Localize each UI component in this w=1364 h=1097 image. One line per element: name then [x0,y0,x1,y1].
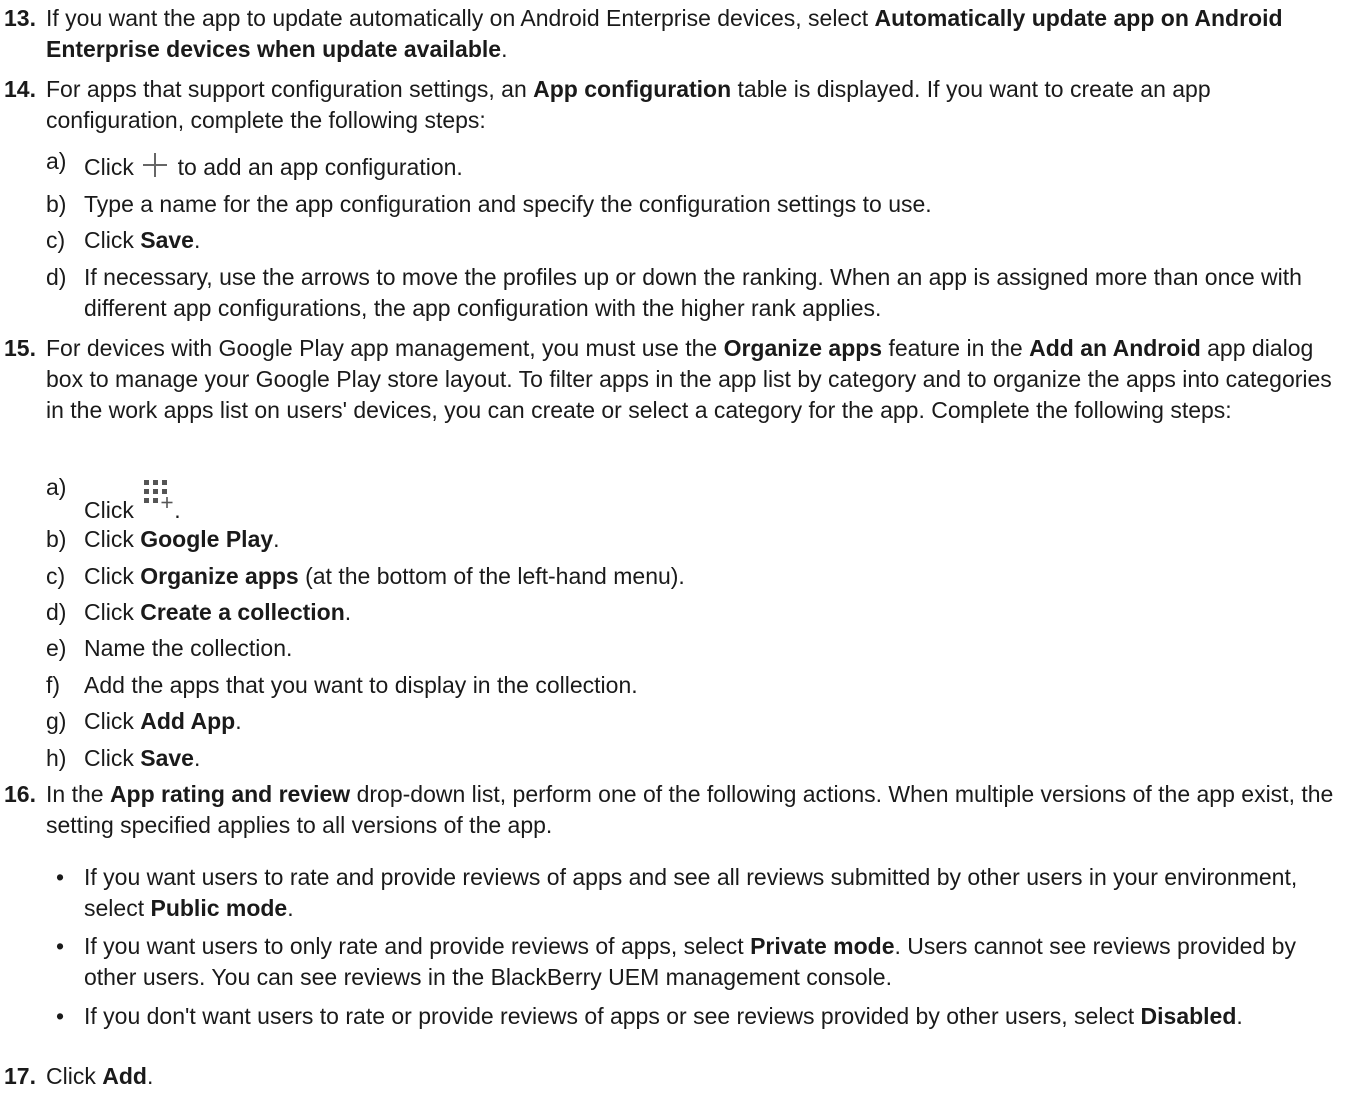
bullet-public-mode: • If you want users to rate and provide … [56,864,1298,921]
substep-15c: c) Click Organize apps (at the bottom of… [46,563,685,589]
substep-15a: a) Click . [46,474,181,523]
substep-15b: b) Click Google Play. [46,526,280,552]
step-16: 16. In the App rating and review drop-do… [4,781,1334,838]
step-number: 17. [4,1063,36,1089]
step-14: 14. For apps that support configuration … [4,76,1211,133]
step-17: 17. Click Add. [0,1061,1364,1092]
step-number: 15. [4,335,36,361]
bullet-disabled: • If you don't want users to rate or pro… [56,1003,1243,1029]
substep-14d: d) If necessary, use the arrows to move … [46,264,1302,321]
step-number: 13. [4,5,36,31]
substep-15g: g) Click Add App. [46,708,242,734]
grid-add-icon [144,480,173,508]
substep-14b: b) Type a name for the app configuration… [46,191,932,217]
step-13: 13. If you want the app to update automa… [4,5,1283,62]
substep-15f: f) Add the apps that you want to display… [46,672,638,698]
substep-15d: d) Click Create a collection. [46,599,352,625]
substep-15h: h) Click Save. [46,745,201,771]
bullet-private-mode: • If you want users to only rate and pro… [56,933,1296,990]
substep-14a: a) Click to add an app configuration. [46,148,463,180]
step-number: 16. [4,781,36,807]
substep-14c: c) Click Save. [46,227,201,253]
step-number: 14. [4,76,36,102]
step-15: 15. For devices with Google Play app man… [4,335,1332,423]
plus-icon [143,153,168,177]
substep-15e: e) Name the collection. [46,635,293,661]
